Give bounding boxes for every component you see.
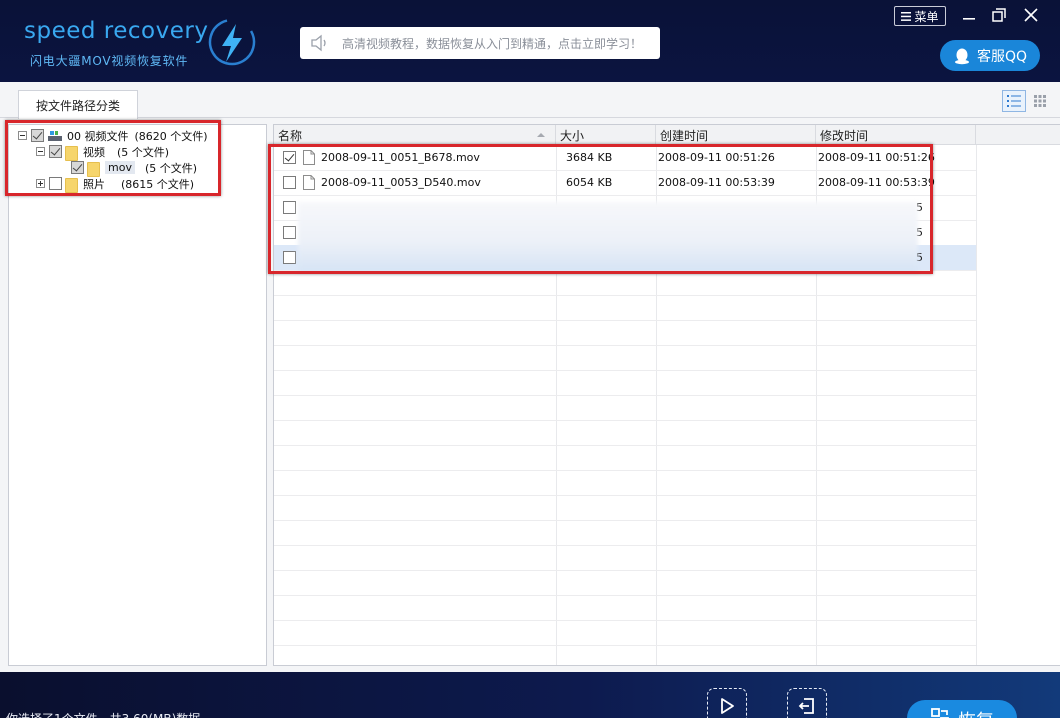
recover-label: 恢复 (958, 707, 994, 718)
footer-bar: 你选择了1个文件，共3.60(MB)数据 恢复 (0, 672, 1060, 718)
tab-strip: 按文件路径分类 (0, 82, 1060, 119)
qq-penguin-icon (954, 48, 969, 64)
column-created-label: 创建时间 (660, 128, 709, 143)
folder-tree-panel: 00 视频文件 (8620 个文件) 视频 (5 个文件) mov (5 个文件… (8, 124, 267, 666)
lightning-logo-icon (208, 18, 256, 66)
list-header: 名称 大小 创建时间 修改时间 (274, 125, 1060, 145)
column-name-label: 名称 (278, 128, 303, 143)
close-icon (1024, 8, 1038, 22)
recover-button[interactable]: 恢复 (907, 700, 1017, 718)
highlight-box-files (268, 144, 933, 274)
tab-by-file-path[interactable]: 按文件路径分类 (18, 90, 138, 119)
logo-subtitle: 闪电大疆MOV视频恢复软件 (30, 54, 189, 68)
list-view-icon (1007, 95, 1021, 107)
hamburger-icon (901, 11, 912, 21)
minimize-icon (963, 18, 975, 20)
selection-status: 你选择了1个文件，共3.60(MB)数据 (6, 710, 200, 718)
play-icon (721, 698, 734, 714)
column-modified-label: 修改时间 (820, 128, 869, 143)
logo-text: speed recovery (24, 18, 209, 44)
back-exit-button[interactable] (787, 688, 827, 718)
highlight-box-tree (5, 120, 221, 196)
menu-button[interactable]: 菜单 (894, 6, 946, 26)
menu-label: 菜单 (914, 9, 939, 24)
speaker-icon (311, 34, 326, 52)
sort-arrow-icon (537, 133, 545, 137)
thumbnail-view-button[interactable] (1028, 90, 1052, 112)
column-created[interactable]: 创建时间 (656, 125, 816, 145)
recover-icon (931, 708, 949, 718)
customer-service-qq-button[interactable]: 客服QQ (940, 40, 1040, 71)
preview-play-button[interactable] (707, 688, 747, 718)
exit-icon (798, 698, 814, 714)
grid-view-icon (1034, 95, 1046, 107)
column-size-label: 大小 (560, 128, 585, 143)
list-view-button[interactable] (1002, 90, 1026, 112)
maximize-button[interactable] (988, 4, 1010, 26)
grid-divider (976, 145, 977, 665)
column-name[interactable]: 名称 (274, 125, 556, 145)
minimize-button[interactable] (958, 4, 980, 26)
column-modified[interactable]: 修改时间 (816, 125, 976, 145)
tutorial-notice-bar[interactable]: 高清视频教程，数据恢复从入门到精通，点击立即学习！ (300, 27, 660, 59)
close-button[interactable] (1020, 4, 1042, 26)
notice-text: 高清视频教程，数据恢复从入门到精通，点击立即学习！ (342, 36, 643, 51)
qq-label: 客服QQ (976, 48, 1028, 65)
maximize-icon (992, 8, 1006, 22)
title-bar: speed recovery 闪电大疆MOV视频恢复软件 高清视频教程，数据恢复… (0, 0, 1060, 82)
column-size[interactable]: 大小 (556, 125, 656, 145)
